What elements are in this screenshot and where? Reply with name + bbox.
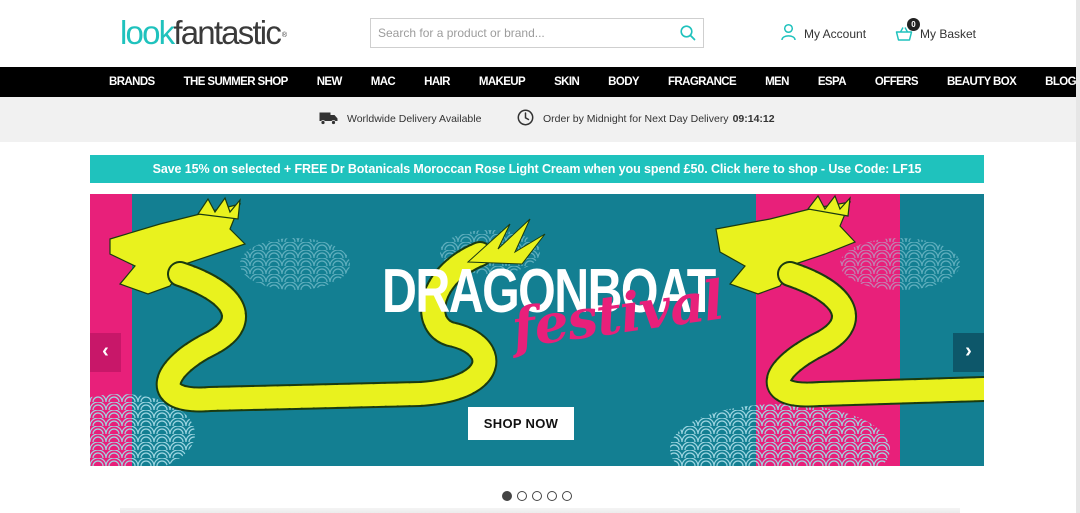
nav-item-espa[interactable]: ESPA bbox=[818, 67, 847, 97]
page: lookfantastic® My Account bbox=[0, 0, 1080, 513]
nav-item-makeup[interactable]: MAKEUP bbox=[479, 67, 526, 97]
nav-item-new[interactable]: NEW bbox=[317, 67, 343, 97]
carousel-dot-1[interactable] bbox=[502, 491, 512, 501]
logo-part-fantastic: fantastic bbox=[173, 14, 281, 51]
scrollbar[interactable] bbox=[1076, 0, 1080, 513]
my-basket-link[interactable]: 0 My Basket bbox=[895, 18, 977, 44]
nav-list: BRANDS THE SUMMER SHOP NEW MAC HAIR MAKE… bbox=[109, 67, 1080, 97]
usp-bar: Worldwide Delivery Available Order by Mi… bbox=[0, 97, 1076, 142]
carousel-prev-arrow-icon[interactable]: ‹ bbox=[90, 333, 121, 372]
logo-part-look: look bbox=[120, 14, 175, 51]
usp-delivery[interactable]: Worldwide Delivery Available bbox=[319, 111, 481, 127]
nav-item-the-summer-shop[interactable]: THE SUMMER SHOP bbox=[184, 67, 289, 97]
basket-icon: 0 bbox=[895, 18, 920, 43]
hero-carousel: DRAGONBOAT festival SHOP NOW bbox=[90, 194, 984, 466]
search-input[interactable] bbox=[371, 19, 671, 47]
carousel-dot-3[interactable] bbox=[532, 491, 542, 501]
search-icon[interactable] bbox=[679, 24, 697, 42]
nav-item-mac[interactable]: MAC bbox=[371, 67, 396, 97]
carousel-next-arrow-icon[interactable]: › bbox=[953, 333, 984, 372]
user-icon bbox=[780, 23, 797, 46]
carousel-dot-4[interactable] bbox=[547, 491, 557, 501]
nav-item-blog[interactable]: BLOG bbox=[1045, 67, 1076, 97]
carousel-dot-2[interactable] bbox=[517, 491, 527, 501]
usp-next-day-text: Order by Midnight for Next Day Delivery bbox=[543, 113, 729, 125]
basket-count-badge: 0 bbox=[907, 18, 920, 31]
my-account-label: My Account bbox=[804, 27, 867, 41]
usp-next-day[interactable]: Order by Midnight for Next Day Delivery … bbox=[517, 109, 775, 129]
content-divider bbox=[120, 508, 960, 513]
truck-icon bbox=[319, 111, 338, 128]
nav-item-beauty-box[interactable]: BEAUTY BOX bbox=[947, 67, 1017, 97]
nav-item-men[interactable]: MEN bbox=[765, 67, 789, 97]
nav-item-brands[interactable]: BRANDS bbox=[109, 67, 155, 97]
shop-now-button[interactable]: SHOP NOW bbox=[468, 407, 574, 440]
site-header: lookfantastic® My Account bbox=[0, 0, 1076, 67]
search-box bbox=[370, 18, 704, 48]
my-account-link[interactable]: My Account bbox=[780, 23, 867, 46]
countdown-timer: 09:14:12 bbox=[732, 113, 775, 125]
carousel-pagination bbox=[502, 491, 577, 501]
main-navigation: BRANDS THE SUMMER SHOP NEW MAC HAIR MAKE… bbox=[0, 67, 1077, 97]
usp-delivery-text: Worldwide Delivery Available bbox=[347, 113, 482, 125]
nav-item-body[interactable]: BODY bbox=[608, 67, 639, 97]
clock-icon bbox=[517, 109, 534, 129]
nav-item-skin[interactable]: SKIN bbox=[554, 67, 580, 97]
nav-item-hair[interactable]: HAIR bbox=[424, 67, 450, 97]
nav-item-offers[interactable]: OFFERS bbox=[875, 67, 919, 97]
promo-banner[interactable]: Save 15% on selected + FREE Dr Botanical… bbox=[90, 155, 984, 183]
nav-item-fragrance[interactable]: FRAGRANCE bbox=[668, 67, 737, 97]
my-basket-label: My Basket bbox=[920, 27, 977, 41]
lookfantastic-logo[interactable]: lookfantastic ® bbox=[120, 14, 287, 52]
carousel-dot-5[interactable] bbox=[562, 491, 572, 501]
logo-registered-mark: ® bbox=[281, 32, 288, 39]
